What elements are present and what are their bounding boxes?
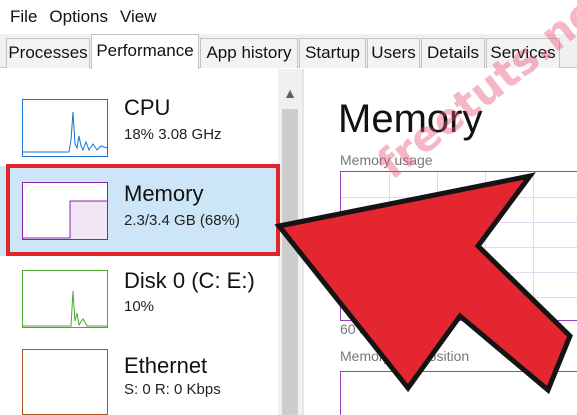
memory-composition-label: Memory composition xyxy=(340,348,470,364)
ethernet-detail: S: 0 R: 0 Kbps xyxy=(124,381,221,398)
tab-processes[interactable]: Processes xyxy=(6,38,90,68)
tab-users[interactable]: Users xyxy=(367,38,420,68)
menu-options[interactable]: Options xyxy=(43,0,114,34)
menu-bar: File Options View xyxy=(0,0,577,34)
ethernet-label: Ethernet xyxy=(124,353,208,378)
resource-cpu[interactable]: CPU 18% 3.08 GHz xyxy=(0,83,278,163)
ethernet-thumbnail-graph xyxy=(22,349,108,415)
time-axis-label: 60 se xyxy=(340,321,375,337)
resource-list-scrollbar[interactable]: ▲ xyxy=(278,69,302,415)
memory-usage-graph xyxy=(340,171,577,321)
resource-disk[interactable]: Disk 0 (C: E:) 10% xyxy=(0,256,278,336)
scroll-thumb[interactable] xyxy=(282,109,298,415)
cpu-thumbnail-graph xyxy=(22,99,108,157)
annotation-highlight-box xyxy=(6,164,280,256)
menu-file[interactable]: File xyxy=(0,0,43,34)
scroll-up-icon[interactable]: ▲ xyxy=(278,81,302,105)
tab-details[interactable]: Details xyxy=(421,38,485,68)
resource-ethernet[interactable]: Ethernet S: 0 R: 0 Kbps xyxy=(0,339,278,415)
memory-composition-graph xyxy=(340,371,577,415)
disk-thumbnail-graph xyxy=(22,270,108,328)
menu-view[interactable]: View xyxy=(114,0,163,34)
disk-sparkline xyxy=(23,290,107,327)
disk-detail: 10% xyxy=(124,298,155,315)
tab-app-history[interactable]: App history xyxy=(200,38,298,68)
cpu-detail: 18% 3.08 GHz xyxy=(124,126,222,143)
disk-label: Disk 0 (C: E:) xyxy=(124,268,255,293)
cpu-sparkline xyxy=(23,111,108,153)
cpu-label: CPU xyxy=(124,95,171,120)
tab-performance[interactable]: Performance xyxy=(91,34,199,69)
tab-startup[interactable]: Startup xyxy=(299,38,366,68)
